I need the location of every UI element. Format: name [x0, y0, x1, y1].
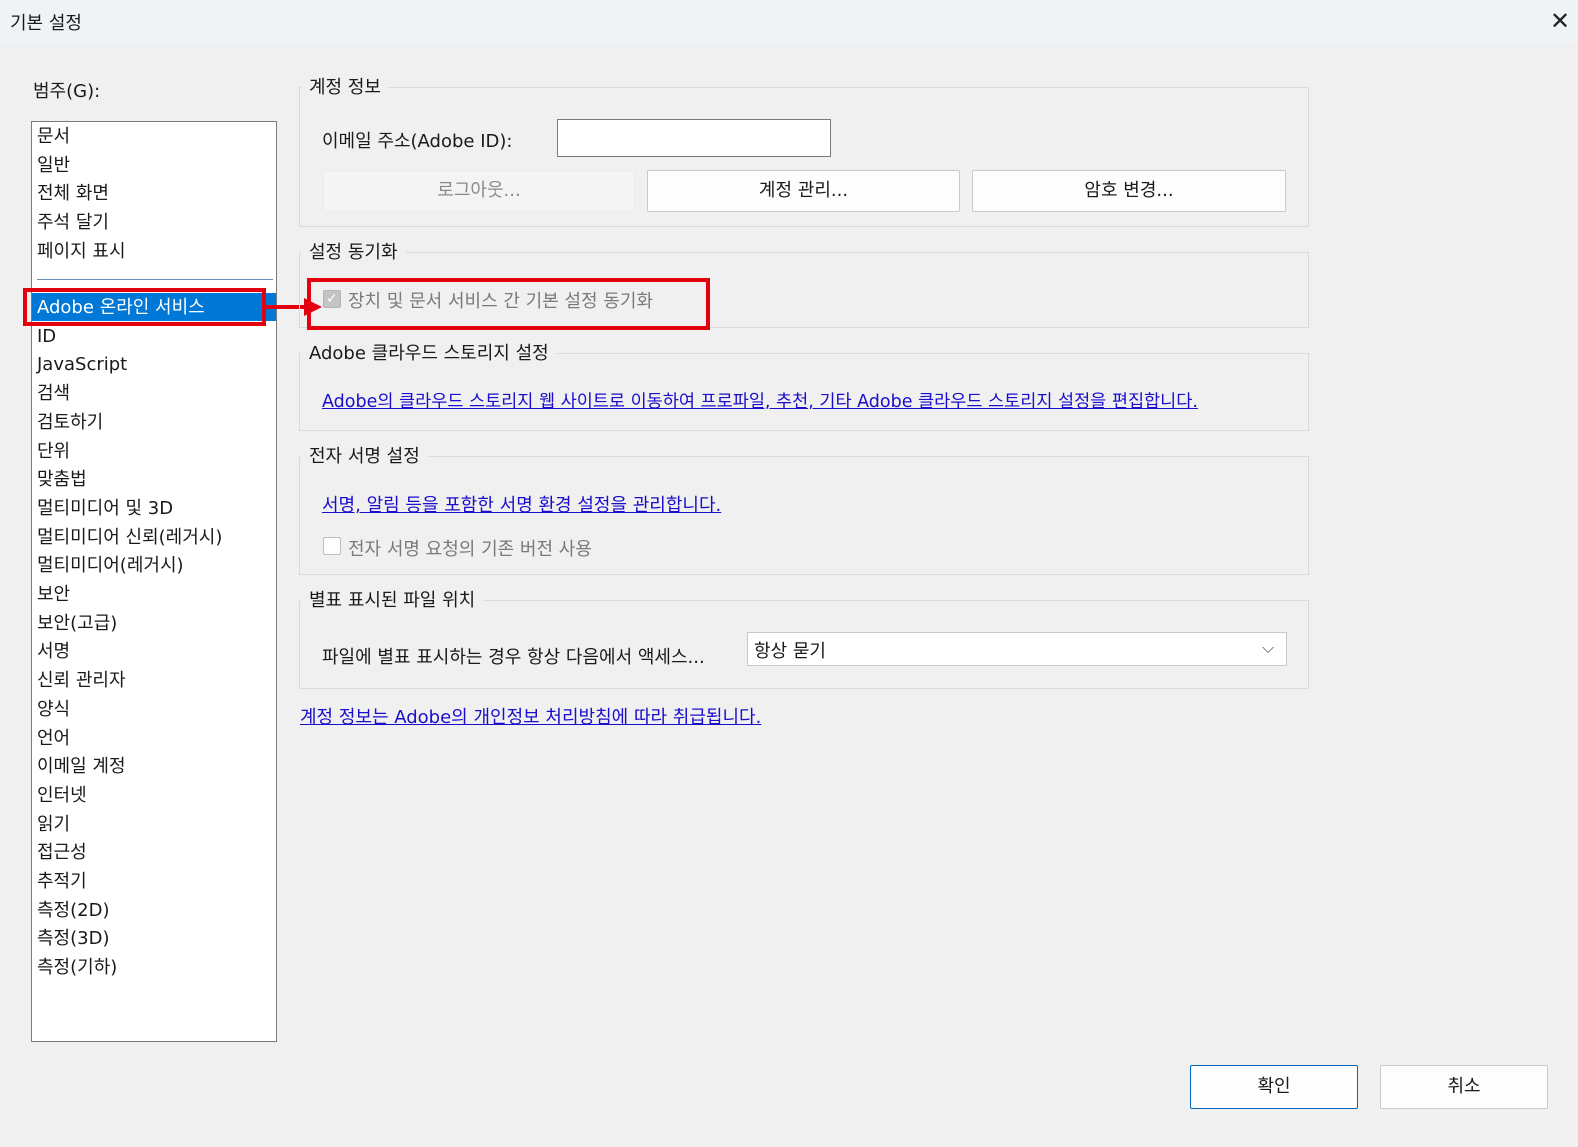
category-item[interactable]: JavaScript — [37, 351, 127, 379]
category-item[interactable]: 이메일 계정 — [37, 753, 126, 781]
category-item[interactable]: 언어 — [37, 725, 70, 753]
starred-select-value: 항상 묻기 — [754, 641, 826, 662]
category-item[interactable]: 측정(3D) — [37, 925, 109, 953]
category-label: 범주(G): — [33, 81, 101, 102]
category-item[interactable]: 추적기 — [37, 868, 87, 896]
category-item[interactable]: 신뢰 관리자 — [37, 667, 126, 695]
esign-settings-link[interactable]: 서명, 알림 등을 포함한 서명 환경 설정을 관리합니다. — [322, 491, 721, 517]
sync-group-title: 설정 동기화 — [301, 241, 406, 265]
category-item[interactable]: 맞춤법 — [37, 466, 87, 494]
close-icon: ✕ — [1549, 7, 1571, 35]
category-item[interactable]: 멀티미디어 신뢰(레거시) — [37, 524, 222, 552]
privacy-policy-link[interactable]: 계정 정보는 Adobe의 개인정보 처리방침에 따라 취급됩니다. — [300, 703, 761, 729]
category-item[interactable]: 멀티미디어(레거시) — [37, 552, 184, 580]
category-item[interactable]: 전체 화면 — [37, 180, 109, 208]
close-button[interactable]: ✕ — [1546, 6, 1574, 36]
window-title: 기본 설정 — [10, 13, 82, 34]
starred-location-label: 파일에 별표 표시하는 경우 항상 다음에서 액세스... — [322, 647, 705, 668]
category-item[interactable]: 측정(기하) — [37, 954, 117, 982]
category-separator — [37, 279, 273, 280]
category-item[interactable]: 접근성 — [37, 839, 87, 867]
category-item[interactable]: 단위 — [37, 438, 70, 466]
category-item[interactable]: 양식 — [37, 696, 70, 724]
category-item[interactable]: 검색 — [37, 380, 70, 408]
email-label: 이메일 주소(Adobe ID): — [322, 131, 513, 152]
esign-group-title: 전자 서명 설정 — [301, 445, 428, 469]
change-password-button[interactable]: 암호 변경... — [972, 170, 1286, 212]
category-item[interactable]: 측정(2D) — [37, 897, 109, 925]
esign-legacy-label: 전자 서명 요청의 기존 버전 사용 — [348, 539, 592, 560]
category-item[interactable]: 일반 — [37, 152, 70, 180]
title-bar — [0, 0, 1578, 44]
starred-group-title: 별표 표시된 파일 위치 — [301, 589, 484, 613]
email-input[interactable] — [557, 119, 831, 157]
category-item[interactable]: 보안 — [37, 581, 70, 609]
cancel-button[interactable]: 취소 — [1380, 1065, 1548, 1109]
starred-location-select[interactable]: 항상 묻기 ⌵ — [747, 632, 1287, 666]
category-item[interactable]: 멀티미디어 및 3D — [37, 495, 173, 523]
ok-button[interactable]: 확인 — [1190, 1065, 1358, 1109]
highlight-box-sync — [307, 278, 710, 330]
manage-account-button[interactable]: 계정 관리... — [647, 170, 960, 212]
category-item[interactable]: 페이지 표시 — [37, 238, 126, 266]
category-item[interactable]: 검토하기 — [37, 409, 103, 437]
logout-button[interactable]: 로그아웃... — [323, 170, 635, 212]
category-list[interactable]: 문서 일반 전체 화면 주석 달기 페이지 표시 Adobe 온라인 서비스 ID JavaS… — [31, 121, 277, 1042]
category-item[interactable]: 주석 달기 — [37, 209, 109, 237]
highlight-box-category — [23, 288, 266, 326]
category-item[interactable]: ID — [37, 323, 56, 351]
category-item[interactable]: 문서 — [37, 123, 70, 151]
category-item[interactable]: 서명 — [37, 638, 70, 666]
account-group-title: 계정 정보 — [301, 76, 389, 100]
cloud-group-title: Adobe 클라우드 스토리지 설정 — [301, 342, 557, 366]
category-item[interactable]: 인터넷 — [37, 782, 87, 810]
category-item[interactable]: 읽기 — [37, 811, 70, 839]
category-item[interactable]: 보안(고급) — [37, 610, 117, 638]
chevron-down-icon: ⌵ — [1262, 638, 1275, 657]
cloud-settings-link[interactable]: Adobe의 클라우드 스토리지 웹 사이트로 이동하여 프로파일, 추천, 기… — [322, 388, 1198, 413]
esign-legacy-checkbox[interactable] — [323, 537, 341, 555]
